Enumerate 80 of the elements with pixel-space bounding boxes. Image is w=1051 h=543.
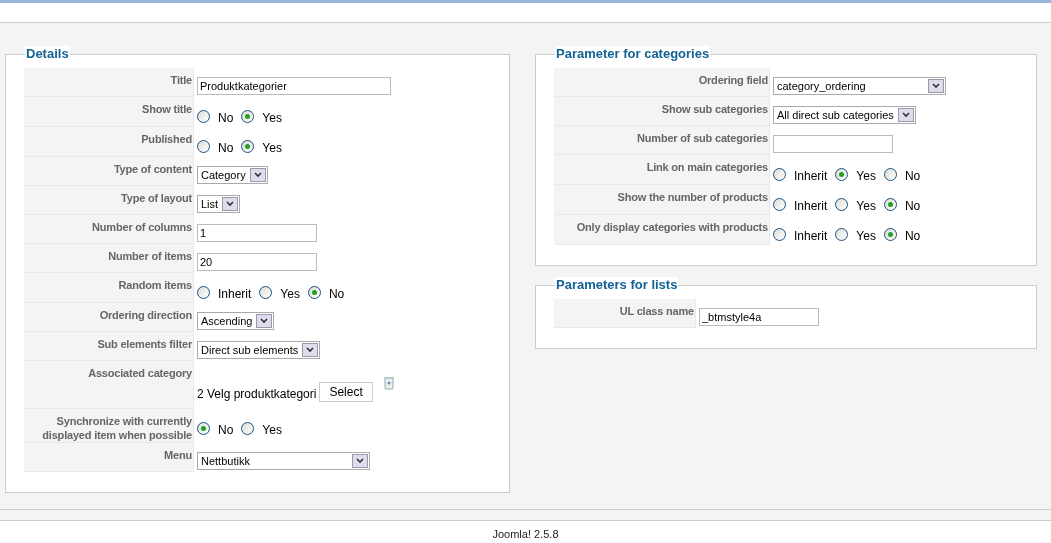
field-label: Type of layout [24,186,194,215]
field-label: Show the number of products [554,185,770,215]
dropdown[interactable]: List [197,195,241,214]
radio-button[interactable] [773,228,786,241]
field-label: Synchronize with currently displayed item when possible [24,409,194,443]
radio-button[interactable] [241,422,255,435]
chevron-down-icon [249,168,266,183]
field-label: UL class name [554,299,696,328]
radio-button[interactable] [883,198,897,211]
chevron-down-icon [256,314,273,329]
footer-version: Joomla! 2.5.8 [492,527,559,542]
radio-button[interactable] [883,168,897,181]
field-label: Associated category [24,361,194,409]
field-label: Menu [24,443,194,472]
dropdown[interactable]: Nettbutikk [197,452,370,471]
field-label: Show title [24,97,194,127]
radio-button[interactable] [773,168,786,181]
radio-button[interactable] [883,228,897,241]
radio-button[interactable] [835,198,849,211]
radio-label: Yes [856,228,876,245]
dropdown[interactable]: Ascending [197,312,275,331]
radio-button[interactable] [835,228,849,241]
field-label: Ordering direction [24,303,194,332]
text-field[interactable] [773,135,893,153]
radio-button[interactable] [197,140,210,153]
radio-label: No [328,286,345,303]
radio-label: Inherit [794,228,828,245]
section-legend: Parameter for categories [555,46,711,62]
radio-button[interactable] [259,286,273,299]
radio-label: No [904,228,921,245]
radio-label: Inherit [794,198,828,215]
category-value: 2 Velg produktkategori [197,386,317,403]
radio-label: Yes [262,422,282,439]
radio-label: Inherit [794,168,828,185]
text-field[interactable]: _btmstyle4a [699,308,819,326]
field-label: Only display categories with products [554,215,770,245]
radio-button[interactable] [307,286,321,299]
radio-label: Inherit [218,286,252,303]
field-label: Random items [24,273,194,303]
select-button[interactable]: Select [319,382,373,402]
chevron-down-icon [928,79,944,94]
field-label: Number of sub categories [554,126,770,155]
radio-label: Yes [262,140,282,157]
radio-button[interactable] [197,422,210,435]
chevron-down-icon [897,108,914,123]
radio-label: No [218,110,234,127]
radio-button[interactable] [241,140,255,153]
radio-label: No [904,198,921,215]
chevron-down-icon [302,343,319,358]
text-field[interactable]: 1 [197,224,317,242]
text-field[interactable]: 20 [197,253,317,271]
text-field[interactable]: Produktkategorier [197,77,391,95]
field-label: Published [24,127,194,157]
dropdown[interactable]: All direct sub categories [773,106,916,125]
radio-label: No [904,168,921,185]
radio-label: Yes [280,286,300,303]
dropdown[interactable]: category_ordering [773,77,946,96]
field-label: Show sub categories [554,97,770,126]
radio-button[interactable] [835,168,849,181]
field-label: Number of columns [24,215,194,244]
radio-label: Yes [262,110,282,127]
radio-label: No [218,422,234,439]
chevron-down-icon [222,197,239,212]
chevron-down-icon [352,454,368,469]
radio-button[interactable] [197,110,210,123]
radio-button[interactable] [773,198,786,211]
field-label: Number of items [24,244,194,273]
radio-label: No [218,140,234,157]
radio-label: Yes [856,198,876,215]
field-label: Title [24,68,194,97]
trash-icon[interactable] [383,376,394,390]
field-label: Sub elements filter [24,332,194,361]
field-label: Link on main categories [554,155,770,185]
dropdown[interactable]: Direct sub elements [197,341,321,360]
radio-label: Yes [856,168,876,185]
dropdown[interactable]: Category [197,166,268,185]
radio-button[interactable] [197,286,210,299]
field-label: Type of content [24,157,194,186]
field-label: Ordering field [554,68,770,97]
radio-button[interactable] [241,110,255,123]
